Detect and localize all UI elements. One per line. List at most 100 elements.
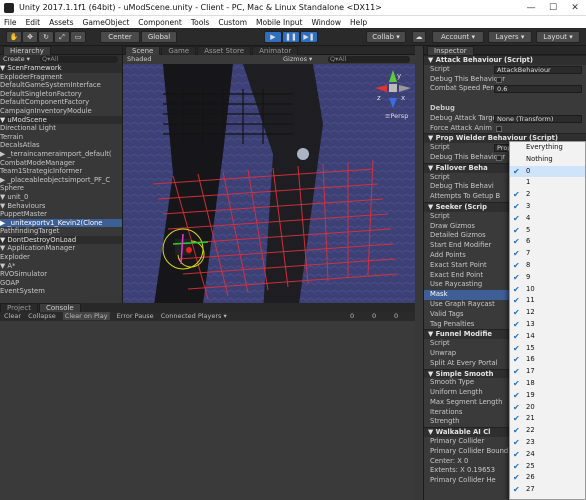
layer-mask-option[interactable]: ✔ 2 [510, 189, 585, 201]
layer-mask-option[interactable]: Nothing [510, 154, 585, 166]
tab-project[interactable]: Project [0, 303, 38, 312]
hierarchy-scene-row[interactable]: ▼ uModScene [0, 115, 122, 125]
layer-mask-option[interactable]: ✔ 17 [510, 366, 585, 378]
hierarchy-item[interactable]: Directional Light [0, 124, 122, 133]
hierarchy-item[interactable]: DefaultGameSystemInterface [0, 81, 122, 90]
hierarchy-item[interactable]: DefaultComponentFactory [0, 98, 122, 107]
layer-mask-option[interactable]: ✔ 25 [510, 461, 585, 473]
move-tool-button[interactable]: ✥ [22, 31, 38, 43]
tab-inspector[interactable]: Inspector [427, 46, 474, 55]
inspector-field[interactable] [424, 94, 586, 104]
field-value[interactable]: None (Transform) [494, 114, 582, 123]
hierarchy-item[interactable]: ▼ Behaviours [0, 202, 122, 211]
tab-animator[interactable]: Animator [252, 46, 299, 55]
menu-window[interactable]: Window [311, 18, 341, 27]
layer-mask-option[interactable]: ✔ 12 [510, 307, 585, 319]
hierarchy-item[interactable]: ▶ _unitexportv1_Kevin2(Clone [0, 218, 122, 228]
hierarchy-item[interactable]: ▶ _terraincameraimport_default( [0, 150, 122, 159]
field-checkbox[interactable] [496, 125, 502, 132]
hierarchy-item[interactable]: ▼ unit_0 [0, 193, 122, 202]
rect-tool-button[interactable]: ▭ [70, 31, 86, 43]
layer-mask-option[interactable]: ✔ 10 [510, 284, 585, 296]
menu-file[interactable]: File [4, 18, 17, 27]
scale-tool-button[interactable]: ⤢ [54, 31, 70, 43]
console-clear-button[interactable]: Clear [4, 312, 21, 320]
component-header[interactable]: ▼ Attack Behaviour (Script) [424, 55, 586, 65]
rotate-tool-button[interactable]: ↻ [38, 31, 54, 43]
layer-mask-option[interactable]: 1 [510, 177, 585, 189]
connected-players-dropdown[interactable]: Connected Players ▾ [161, 312, 227, 320]
hierarchy-scene-row[interactable]: ▼ ScenFramework [0, 64, 122, 73]
layer-mask-option[interactable]: ✔ 11 [510, 295, 585, 307]
inspector-field[interactable]: Debug [424, 104, 586, 114]
layer-mask-option[interactable]: ✔ 19 [510, 390, 585, 402]
shading-mode-dropdown[interactable]: Shaded [127, 55, 151, 63]
tab-hierarchy[interactable]: Hierarchy [3, 46, 51, 55]
field-value[interactable]: 0.6 [494, 85, 582, 94]
hierarchy-item[interactable]: DecalsAtlas [0, 141, 122, 150]
layout-dropdown[interactable]: Layout ▾ [536, 31, 580, 43]
cloud-icon[interactable]: ☁ [412, 31, 426, 43]
menu-gameobject[interactable]: GameObject [83, 18, 130, 27]
hierarchy-item[interactable]: DefaultSingletonFactory [0, 90, 122, 99]
layer-mask-option[interactable]: ✔ 14 [510, 331, 585, 343]
layer-mask-option[interactable]: ✔ 18 [510, 378, 585, 390]
pivot-center-button[interactable]: Center [100, 31, 140, 43]
hierarchy-item[interactable]: GOAP [0, 279, 122, 288]
layer-mask-option[interactable]: ✔ 13 [510, 319, 585, 331]
hierarchy-item[interactable]: Exploder [0, 253, 122, 262]
layer-mask-option[interactable]: ✔ 7 [510, 248, 585, 260]
pause-button[interactable]: ❚❚ [282, 31, 300, 43]
layer-mask-option[interactable]: ✔ 26 [510, 472, 585, 484]
hierarchy-item[interactable]: CombatModeManager [0, 159, 122, 168]
tab-console[interactable]: Console [38, 303, 81, 312]
hierarchy-item[interactable]: PuppetMaster [0, 210, 122, 219]
hierarchy-item[interactable]: ▼ ApplicationManager [0, 244, 122, 253]
hierarchy-item[interactable]: CampaignInventoryModule [0, 107, 122, 116]
scene-viewport[interactable] [123, 64, 415, 312]
step-button[interactable]: ▶❚ [300, 31, 318, 43]
layer-mask-option[interactable]: ✔ 22 [510, 425, 585, 437]
scene-search-input[interactable]: Q▾All [328, 56, 410, 63]
inspector-field[interactable]: Script AttackBehaviour [424, 65, 586, 75]
layer-mask-option[interactable]: ✔ 27 [510, 484, 585, 496]
layer-mask-option[interactable]: ✔ 15 [510, 343, 585, 355]
perspective-label[interactable]: ≡Persp [385, 112, 408, 120]
inspector-field[interactable]: Force Attack Anim [424, 124, 586, 134]
menu-tools[interactable]: Tools [191, 18, 209, 27]
layer-mask-option[interactable]: ✔ 23 [510, 437, 585, 449]
sphere-object[interactable] [297, 148, 309, 160]
layer-mask-option[interactable]: ✔ 3 [510, 201, 585, 213]
layer-mask-option[interactable]: Everything [510, 142, 585, 154]
tab-scene[interactable]: Scene [125, 46, 161, 55]
layer-mask-option[interactable]: ✔ 8 [510, 260, 585, 272]
inspector-field[interactable]: Combat Speed Perc 0.6 [424, 84, 586, 94]
hierarchy-item[interactable]: Sphere [0, 184, 122, 193]
layer-mask-option[interactable]: ✔ 24 [510, 449, 585, 461]
account-dropdown[interactable]: Account ▾ [432, 31, 484, 43]
console-collapse-button[interactable]: Collapse [28, 312, 56, 320]
field-checkbox[interactable] [496, 76, 502, 83]
layer-mask-option[interactable]: ✔ 16 [510, 354, 585, 366]
hierarchy-item[interactable]: RVOSimulator [0, 270, 122, 279]
menu-custom[interactable]: Custom [218, 18, 247, 27]
minimize-button[interactable]: — [520, 0, 542, 16]
close-button[interactable]: ✕ [564, 0, 586, 16]
create-button[interactable]: Create ▾ [3, 55, 30, 63]
hierarchy-item[interactable]: ▶ _placeableobjectsimport_PF_C [0, 176, 122, 185]
hierarchy-search-input[interactable]: Q▾All [40, 56, 118, 63]
play-button[interactable]: ▶ [264, 31, 282, 43]
hierarchy-item[interactable]: Terrain [0, 133, 122, 142]
console-error-pause-button[interactable]: Error Pause [117, 312, 154, 320]
menu-help[interactable]: Help [350, 18, 367, 27]
layer-mask-option[interactable]: ✔ 20 [510, 402, 585, 414]
gizmos-dropdown[interactable]: Gizmos ▾ [283, 55, 312, 64]
field-checkbox[interactable] [496, 154, 502, 161]
field-value[interactable]: AttackBehaviour [494, 65, 582, 74]
inspector-field[interactable]: Debug This Behaviour [424, 75, 586, 85]
layer-mask-option[interactable]: ✔ 5 [510, 225, 585, 237]
scene-orientation-gizmo[interactable]: y x z [375, 70, 411, 110]
layer-mask-option[interactable]: ✔ 0 [510, 165, 585, 178]
menu-component[interactable]: Component [138, 18, 182, 27]
hierarchy-item[interactable]: ▼ A* [0, 262, 122, 271]
